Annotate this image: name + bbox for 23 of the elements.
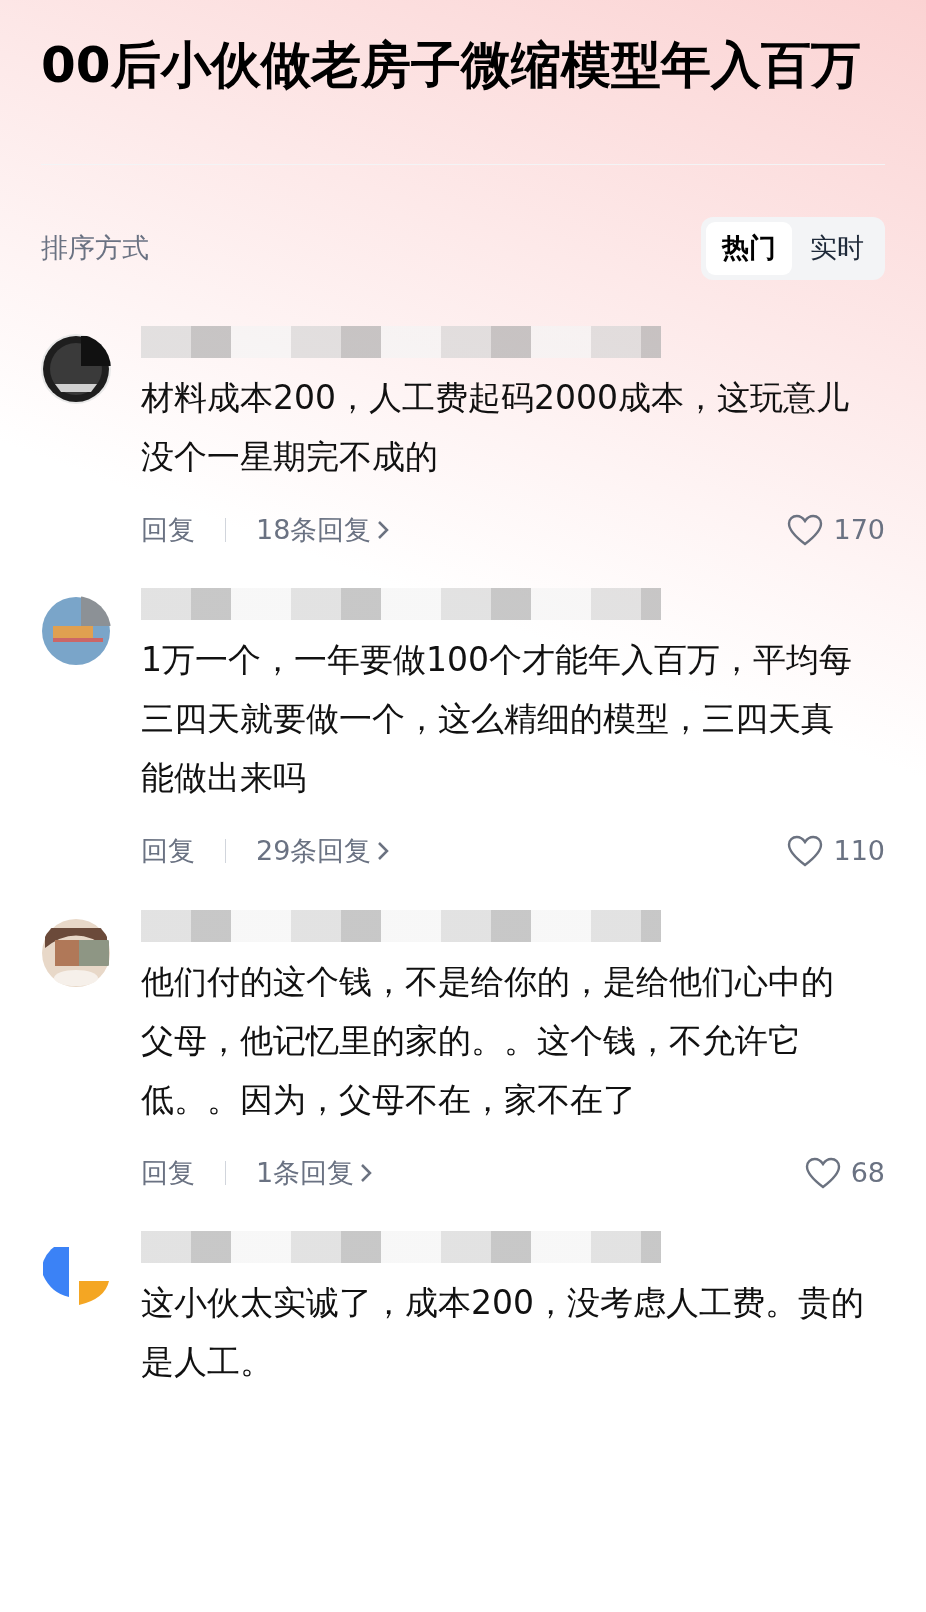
chevron-icon [377, 519, 390, 540]
reply-button[interactable]: 回复 [141, 1152, 195, 1193]
like-count: 110 [833, 834, 885, 868]
comment-text: 这小伙太实诚了，成本200，没考虑人工费。贵的是人工。 [141, 1282, 865, 1383]
chevron-icon [360, 1162, 373, 1183]
like-count: 68 [850, 1155, 885, 1190]
comment-text: 他们付的这个钱，不是给你的，是给他们心中的父母，他记忆里的家的。。这个钱，不允许它低。。因为，父母不在，家不在了 [141, 960, 835, 1121]
reply-button[interactable]: 回复 [141, 509, 195, 550]
heart-icon[interactable] [804, 1156, 841, 1189]
sort-tab[interactable]: 热门 [706, 222, 792, 275]
chevron-icon [377, 841, 390, 862]
reply-button[interactable]: 回复 [141, 831, 195, 872]
sort-tab[interactable]: 实时 [794, 222, 880, 275]
article-title: 00后小伙做老房子微缩模型年入百万 [41, 35, 862, 96]
replies-link[interactable]: 1条回复 [256, 1152, 355, 1193]
heart-icon[interactable] [787, 513, 824, 546]
comment-text: 材料成本200，人工费起码2000成本，这玩意儿没个一星期完不成的 [141, 376, 850, 478]
sort-label: 排序方式 [41, 231, 149, 265]
heart-icon[interactable] [787, 835, 824, 868]
comment-text: 1万一个，一年要做100个才能年入百万，平均每三四天就要做一个，这么精细的模型，三四天真能做出来吗 [141, 639, 853, 799]
like-count: 170 [833, 512, 885, 547]
replies-link[interactable]: 18条回复 [256, 509, 372, 550]
replies-link[interactable]: 29条回复 [256, 831, 372, 872]
